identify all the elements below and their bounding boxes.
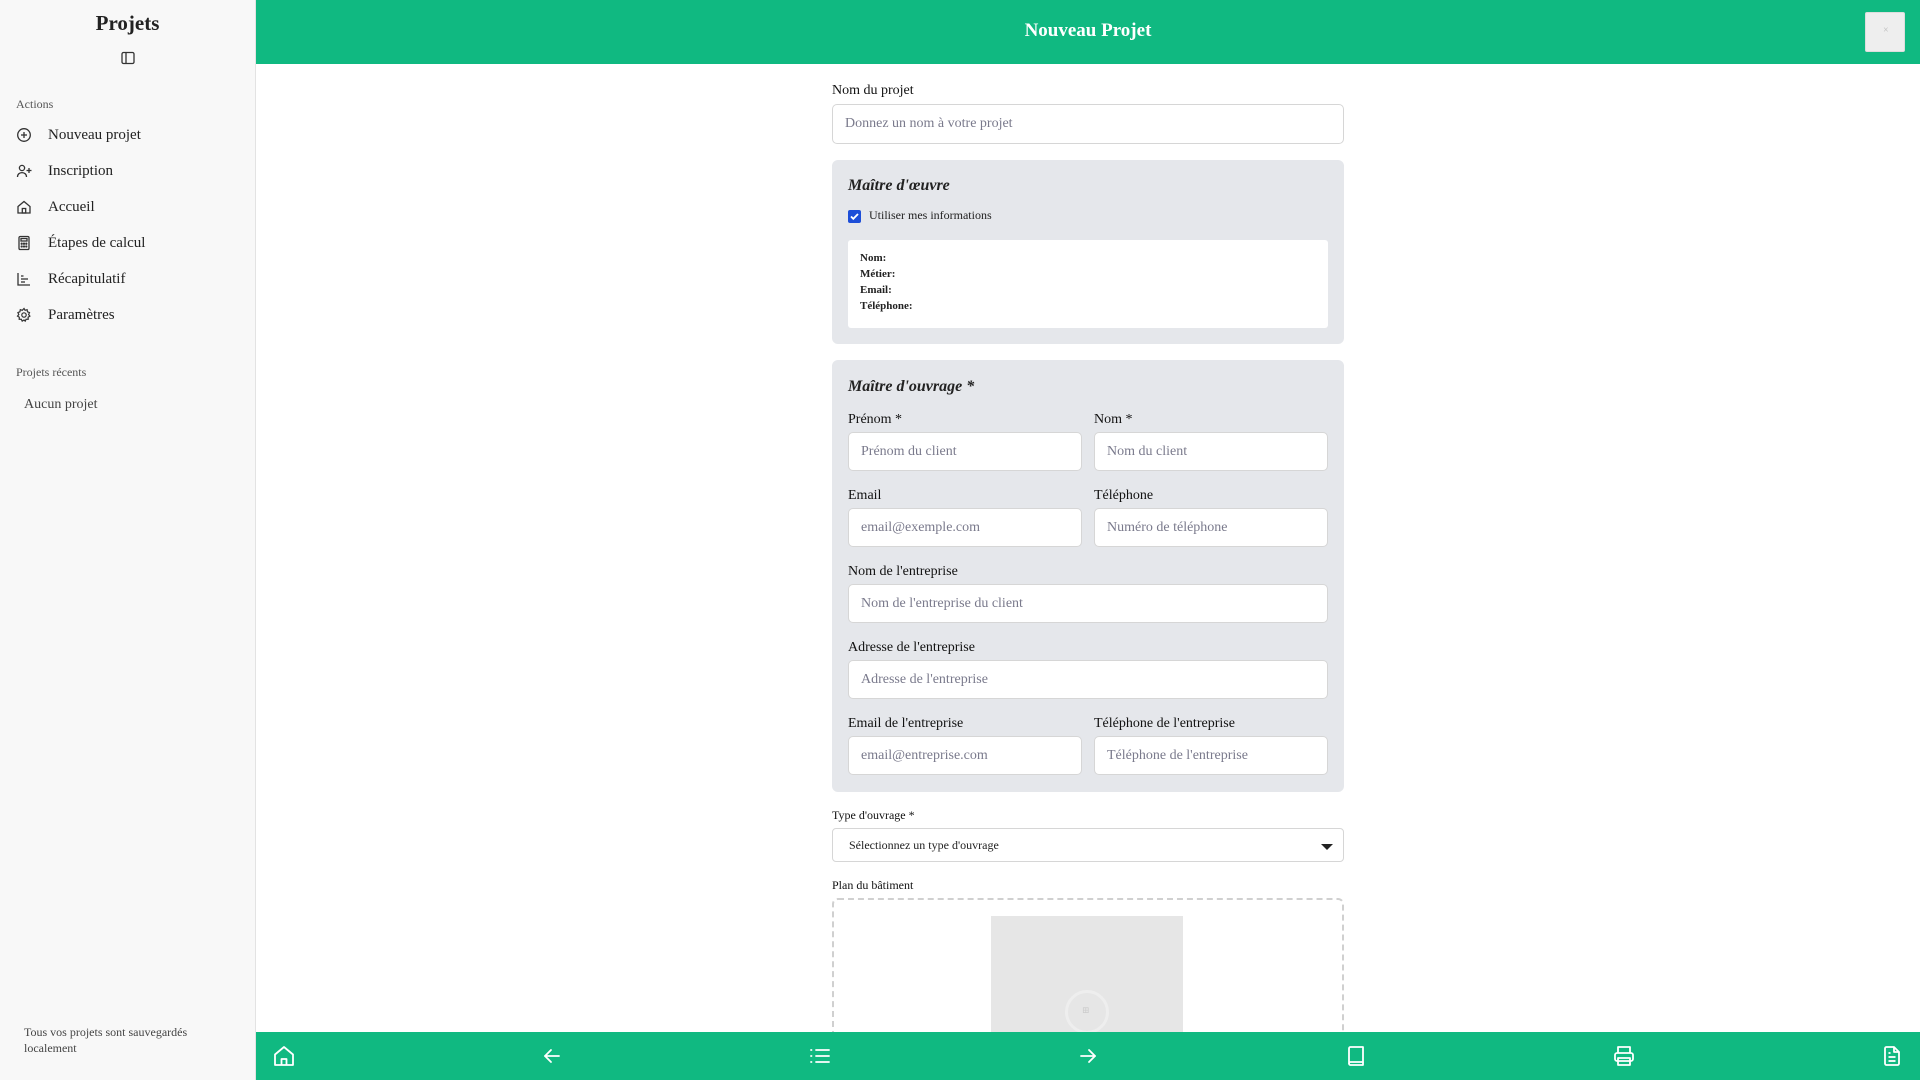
project-name-label: Nom du projet (832, 83, 914, 98)
plus-circle-icon (17, 128, 31, 142)
sidebar-item-etapes-de-calcul[interactable]: Étapes de calcul (16, 228, 244, 258)
gear-icon (16, 307, 31, 323)
use-my-info-label: Utiliser mes informations (869, 208, 992, 222)
sidebar-item-label: Inscription (48, 162, 113, 179)
type-ouvrage-selected: Sélectionnez un type d'ouvrage (849, 837, 999, 852)
email-field[interactable] (848, 508, 1082, 547)
company-phone-label: Téléphone de l'entreprise (1094, 716, 1235, 731)
bottom-toolbar (256, 1032, 1920, 1080)
company-phone-field[interactable] (1094, 736, 1328, 775)
sidebar-item-label: Récapitulatif (48, 270, 126, 287)
sidebar: Projets Actions Nouveau projet Inscripti… (0, 0, 256, 1080)
type-ouvrage-label: Type d'ouvrage * (832, 808, 915, 822)
first-name-label: Prénom * (848, 412, 903, 427)
arrow-left-icon[interactable] (540, 1044, 564, 1068)
book-icon[interactable] (1344, 1044, 1368, 1068)
type-ouvrage-select[interactable]: Sélectionnez un type d'ouvrage (832, 828, 1344, 862)
use-my-info-checkbox[interactable] (848, 210, 861, 223)
plan-dropzone[interactable]: ⊞ (832, 898, 1344, 1056)
phone-field[interactable] (1094, 508, 1328, 547)
sidebar-item-label: Paramètres (48, 306, 115, 323)
home-icon[interactable] (272, 1044, 296, 1068)
maitre-oeuvre-info-box: Nom: Métier: Email: Téléphone: (848, 240, 1328, 328)
plan-label: Plan du bâtiment (832, 878, 914, 892)
home-icon (17, 200, 31, 214)
info-line-nom: Nom: (860, 252, 887, 264)
maitre-ouvrage-title: Maître d'ouvrage * (848, 378, 975, 395)
email-label: Email (848, 488, 882, 503)
sidebar-item-label: Accueil (48, 198, 95, 215)
check-icon (850, 213, 859, 221)
chevron-down-icon (1321, 844, 1333, 850)
phone-label: Téléphone (1094, 488, 1154, 503)
sidebar-item-accueil[interactable]: Accueil (16, 192, 244, 222)
loading-spinner-icon: ⊞ (1065, 990, 1109, 1034)
sidebar-recent-label: Projets récents (16, 365, 87, 379)
arrow-right-icon[interactable] (1076, 1044, 1100, 1068)
sidebar-item-nouveau-projet[interactable]: Nouveau projet (16, 120, 244, 150)
bar-chart-icon (17, 273, 30, 286)
last-name-input[interactable] (1094, 432, 1328, 471)
company-address-label: Adresse de l'entreprise (848, 640, 975, 655)
info-line-telephone: Téléphone: (860, 300, 913, 312)
sidebar-actions-label: Actions (16, 97, 54, 111)
user-plus-icon (16, 164, 32, 178)
company-name-input[interactable] (848, 584, 1328, 623)
sidebar-title: Projets (95, 11, 160, 35)
company-name-label: Nom de l'entreprise (848, 564, 958, 579)
maitre-oeuvre-title: Maître d'œuvre (848, 177, 950, 194)
first-name-input[interactable] (848, 432, 1082, 471)
page-title: Nouveau Projet (1024, 20, 1152, 41)
last-name-label: Nom * (1094, 412, 1133, 427)
close-icon: × (1883, 25, 1889, 36)
sidebar-item-inscription[interactable]: Inscription (16, 156, 244, 186)
company-email-field[interactable] (848, 736, 1082, 775)
sidebar-recent-empty: Aucun projet (24, 397, 98, 412)
sidebar-item-label: Étapes de calcul (48, 234, 146, 251)
sidebar-item-parametres[interactable]: Paramètres (16, 300, 244, 330)
company-address-input[interactable] (848, 660, 1328, 699)
printer-icon[interactable] (1612, 1044, 1636, 1068)
top-header: Nouveau Projet (256, 0, 1920, 64)
maitre-oeuvre-panel: Maître d'œuvre Utiliser mes informations… (832, 160, 1344, 344)
maitre-ouvrage-panel: Maître d'ouvrage * Prénom * Nom * Email … (832, 360, 1344, 792)
company-email-label: Email de l'entreprise (848, 716, 964, 731)
info-line-email: Email: (860, 284, 892, 296)
sidebar-item-recapitulatif[interactable]: Récapitulatif (16, 264, 244, 294)
project-name-input[interactable] (832, 104, 1344, 144)
sidebar-toggle-icon[interactable] (120, 50, 136, 66)
sidebar-item-label: Nouveau projet (48, 126, 141, 143)
info-line-metier: Métier: (860, 268, 896, 280)
header-close-button[interactable]: × (1865, 12, 1905, 52)
calculator-icon (18, 235, 30, 251)
document-icon[interactable] (1880, 1044, 1904, 1068)
sidebar-footer-note: Tous vos projets sont sauvegardés locale… (24, 1025, 188, 1055)
list-icon[interactable] (808, 1044, 832, 1068)
